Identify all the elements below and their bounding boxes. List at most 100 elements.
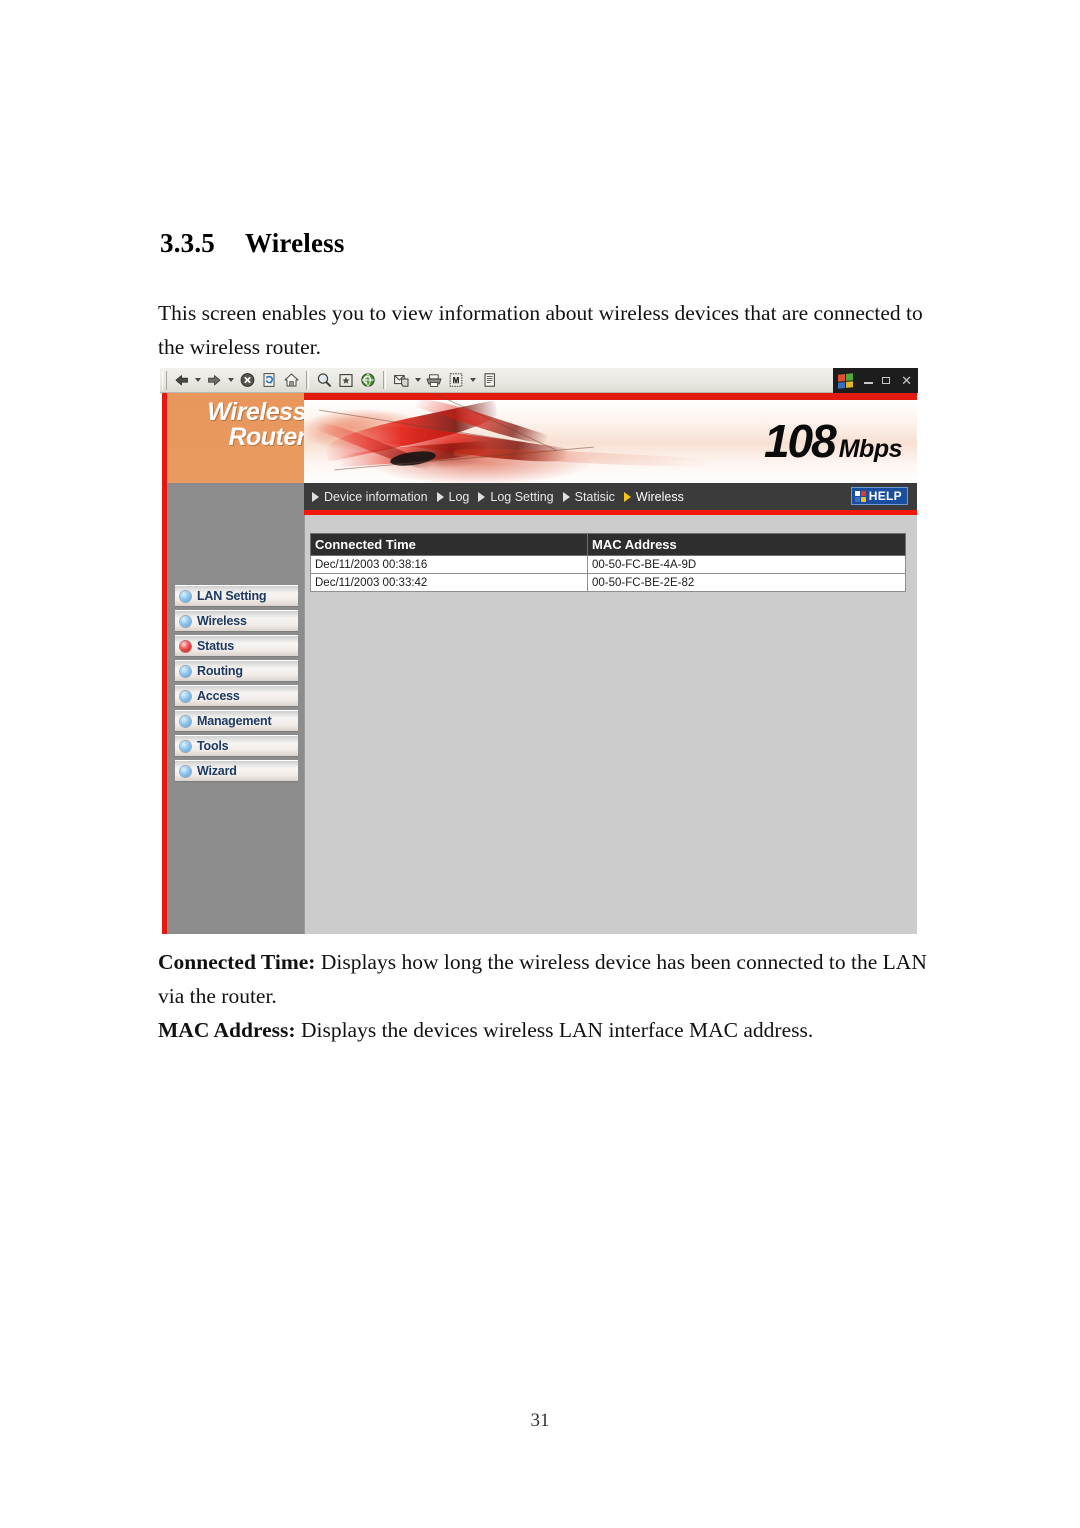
cell-mac-address: 00-50-FC-BE-2E-82 xyxy=(587,573,906,592)
mail-dropdown-icon[interactable] xyxy=(412,370,423,391)
field-descriptions: Connected Time: Displays how long the wi… xyxy=(158,945,933,1047)
router-web-ui: Wireless Router 108 Mbps Device informat… xyxy=(160,393,918,934)
stop-icon[interactable] xyxy=(236,370,258,391)
bullet-icon xyxy=(180,765,191,777)
refresh-icon[interactable] xyxy=(258,370,280,391)
bullet-icon xyxy=(180,715,191,727)
description-mac-address: MAC Address: Displays the devices wirele… xyxy=(158,1013,933,1047)
search-icon[interactable] xyxy=(313,370,335,391)
brand-logo: Wireless Router xyxy=(174,400,312,450)
bullet-icon xyxy=(180,740,191,752)
sidebar-item-management[interactable]: Management xyxy=(175,710,298,732)
discuss-icon[interactable] xyxy=(478,370,500,391)
help-icon xyxy=(854,490,866,502)
top-navigation: Device information Log Log Setting Stati… xyxy=(304,483,918,510)
triangle-icon xyxy=(562,491,570,502)
cell-connected-time: Dec/11/2003 00:38:16 xyxy=(310,555,588,574)
close-button[interactable]: ✕ xyxy=(901,374,912,387)
sidebar-item-label: LAN Setting xyxy=(197,589,267,603)
triangle-icon xyxy=(623,491,631,502)
wireless-clients-table-wrapper: Connected Time MAC Address Dec/11/2003 0… xyxy=(310,533,906,592)
sidebar-item-label: Status xyxy=(197,639,235,653)
router-admin-screenshot: ✕ Wireless Router 108 Mbps Device inform… xyxy=(160,368,918,934)
table-header-row: Connected Time MAC Address xyxy=(310,533,906,556)
sidebar-item-access[interactable]: Access xyxy=(175,685,298,707)
speed-badge: 108 Mbps xyxy=(763,415,903,467)
restore-button[interactable] xyxy=(881,375,892,387)
table-row: Dec/11/2003 00:38:16 00-50-FC-BE-4A-9D xyxy=(310,555,906,574)
minimize-button[interactable] xyxy=(863,375,873,387)
sidebar-item-label: Wireless xyxy=(197,614,247,628)
column-header-mac-address: MAC Address xyxy=(587,533,906,556)
text-mac-address: Displays the devices wireless LAN interf… xyxy=(295,1018,814,1042)
back-icon[interactable] xyxy=(170,370,192,391)
home-icon[interactable] xyxy=(280,370,302,391)
bullet-icon xyxy=(180,690,191,702)
nav-item-log[interactable]: Log xyxy=(436,489,470,504)
banner-artwork: 108 Mbps xyxy=(304,393,918,483)
forward-dropdown-icon[interactable] xyxy=(225,370,236,391)
heading-number: 3.3.5 xyxy=(160,228,215,258)
term-connected-time: Connected Time: xyxy=(158,950,316,974)
print-icon[interactable] xyxy=(423,370,445,391)
bullet-icon xyxy=(180,590,191,602)
bullet-icon xyxy=(180,615,191,627)
nav-item-device-information[interactable]: Device information xyxy=(312,490,428,504)
nav-item-log-setting[interactable]: Log Setting xyxy=(478,489,554,504)
triangle-icon xyxy=(478,491,486,502)
nav-label: Log Setting xyxy=(490,489,554,504)
browser-toolbar: ✕ xyxy=(160,368,918,393)
help-button[interactable]: HELP xyxy=(850,487,908,505)
sidebar-item-tools[interactable]: Tools xyxy=(175,735,298,757)
page-number: 31 xyxy=(530,1410,550,1431)
sidebar-item-routing[interactable]: Routing xyxy=(175,660,298,682)
screenshot-right-gutter xyxy=(917,393,918,934)
sidebar-item-label: Management xyxy=(197,714,272,728)
content-area: Connected Time MAC Address Dec/11/2003 0… xyxy=(304,515,918,934)
toolbar-separator-2 xyxy=(383,371,386,389)
history-icon[interactable] xyxy=(357,370,379,391)
nav-item-wireless[interactable]: Wireless xyxy=(623,489,684,504)
nav-label: Statisic xyxy=(574,489,615,504)
term-mac-address: MAC Address: xyxy=(158,1018,296,1042)
bullet-icon xyxy=(180,665,191,677)
sidebar-item-label: Tools xyxy=(197,739,229,753)
bullet-icon xyxy=(180,640,191,652)
description-connected-time: Connected Time: Displays how long the wi… xyxy=(158,945,933,1013)
edit-icon[interactable] xyxy=(445,370,467,391)
favorites-icon[interactable] xyxy=(335,370,357,391)
nav-label: Device information xyxy=(324,489,428,504)
column-header-connected-time: Connected Time xyxy=(310,533,588,556)
toolbar-separator-1 xyxy=(306,371,309,389)
mail-icon[interactable] xyxy=(390,370,412,391)
back-dropdown-icon[interactable] xyxy=(192,370,203,391)
table-row: Dec/11/2003 00:33:42 00-50-FC-BE-2E-82 xyxy=(310,573,906,592)
triangle-icon xyxy=(436,491,444,502)
help-label: HELP xyxy=(868,489,902,503)
brand-line-1: Wireless xyxy=(207,398,306,426)
nav-label: Wireless xyxy=(635,489,684,504)
sidebar-item-lan-setting[interactable]: LAN Setting xyxy=(175,585,298,607)
manual-page: 3.3.5 Wireless This screen enables you to… xyxy=(0,0,1080,1528)
nav-label: Log xyxy=(448,489,470,504)
edit-dropdown-icon[interactable] xyxy=(467,370,478,391)
banner-top-red-bar xyxy=(304,393,918,400)
speed-unit: Mbps xyxy=(838,435,903,463)
sidebar-item-wizard[interactable]: Wizard xyxy=(175,760,298,782)
banner: 108 Mbps xyxy=(304,393,918,483)
toolbar-grip[interactable] xyxy=(162,370,167,390)
sidebar-item-wireless[interactable]: Wireless xyxy=(175,610,298,632)
speed-number: 108 xyxy=(763,415,837,467)
brand-line-2: Router xyxy=(228,423,306,451)
window-controls: ✕ xyxy=(833,368,918,393)
forward-icon[interactable] xyxy=(203,370,225,391)
sidebar-item-status[interactable]: Status xyxy=(175,635,298,657)
triangle-icon xyxy=(312,491,319,502)
sidebar-item-label: Wizard xyxy=(197,764,237,778)
cell-mac-address: 00-50-FC-BE-4A-9D xyxy=(587,555,906,574)
wireless-clients-table: Connected Time MAC Address Dec/11/2003 0… xyxy=(310,533,906,592)
sidebar-item-label: Access xyxy=(197,689,240,703)
sidebar-menu: LAN Setting Wireless Status Routing Acce… xyxy=(162,483,304,934)
nav-item-statisic[interactable]: Statisic xyxy=(562,489,615,504)
windows-logo-icon xyxy=(838,372,853,389)
